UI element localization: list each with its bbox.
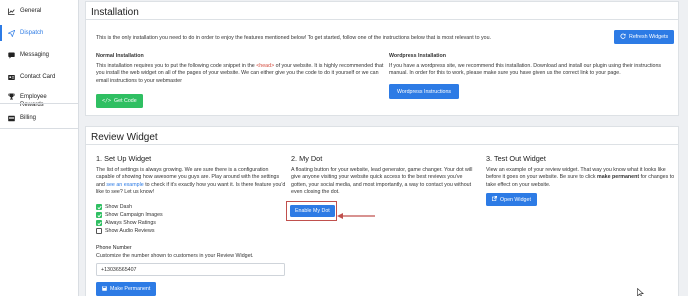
- get-code-label: Get Code: [114, 98, 137, 104]
- sidebar-item-billing[interactable]: Billing: [0, 110, 36, 126]
- billing-icon: [8, 115, 15, 122]
- sidebar-divider: [0, 103, 79, 104]
- setup-widget-title: 1. Set Up Widget: [96, 154, 152, 163]
- external-link-icon: [492, 196, 497, 203]
- save-icon: [102, 285, 107, 293]
- option-label: Show Audio Reviews: [105, 228, 155, 234]
- send-icon: [8, 29, 15, 37]
- option-show-dash[interactable]: Show Dash: [96, 203, 163, 211]
- mouse-cursor-icon: [637, 285, 644, 296]
- refresh-widgets-label: Refresh Widgets: [629, 34, 669, 40]
- my-dot-title: 2. My Dot: [291, 154, 323, 163]
- review-widget-panel: Review Widget 1. Set Up Widget The list …: [85, 126, 679, 296]
- see-example-link[interactable]: see an example: [106, 182, 143, 188]
- code-icon: </>: [102, 98, 112, 104]
- sidebar: General Dispatch Messaging Contact Card …: [0, 0, 79, 296]
- checkbox-checked-icon[interactable]: [96, 204, 102, 210]
- chat-icon: [8, 52, 15, 59]
- sidebar-item-label: Contact Card: [20, 74, 56, 80]
- option-label: Always Show Ratings: [105, 220, 156, 226]
- normal-installation-title: Normal Installation: [96, 53, 144, 59]
- test-widget-text: View an example of your review widget. T…: [486, 167, 676, 189]
- installation-panel: Installation This is the only installati…: [85, 1, 679, 116]
- review-widget-title: Review Widget: [91, 132, 158, 143]
- checkbox-checked-icon[interactable]: [96, 212, 102, 218]
- option-show-campaign-images[interactable]: Show Campaign Images: [96, 211, 163, 219]
- wordpress-instructions-button[interactable]: Wordpress Instructions: [389, 84, 460, 99]
- head-tag-text: <head>: [256, 63, 275, 69]
- widget-options: Show Dash Show Campaign Images Always Sh…: [96, 203, 163, 235]
- test-widget-title: 3. Test Out Widget: [486, 154, 546, 163]
- enable-my-dot-label: Enable My Dot: [295, 208, 330, 214]
- sidebar-item-label: General: [20, 8, 42, 14]
- sidebar-item-label: Employee Rewards: [20, 94, 47, 108]
- card-icon: [8, 74, 15, 81]
- chart-icon: [8, 8, 15, 15]
- installation-header: Installation: [86, 2, 678, 20]
- checkbox-checked-icon[interactable]: [96, 220, 102, 226]
- installation-intro: This is the only installation you need t…: [96, 35, 492, 41]
- sidebar-item-messaging[interactable]: Messaging: [0, 47, 78, 63]
- wordpress-installation-title: Wordpress Installation: [389, 53, 447, 59]
- highlight-arrow: [337, 207, 377, 225]
- checkbox-unchecked-icon[interactable]: [96, 228, 102, 234]
- wordpress-installation-text: If you have a wordpress site, we recomme…: [389, 63, 662, 77]
- sidebar-item-label: Dispatch: [20, 30, 44, 36]
- get-code-button[interactable]: </> Get Code: [96, 94, 143, 108]
- phone-number-label: Phone Number: [96, 245, 132, 251]
- sidebar-item-general[interactable]: General: [0, 3, 78, 19]
- option-always-show-ratings[interactable]: Always Show Ratings: [96, 219, 163, 227]
- normal-text-before: This installation requires you to put th…: [96, 63, 257, 69]
- option-show-audio-reviews[interactable]: Show Audio Reviews: [96, 227, 163, 235]
- sidebar-item-dispatch[interactable]: Dispatch: [0, 25, 78, 41]
- installation-title: Installation: [91, 7, 139, 18]
- make-permanent-bold: make permanent: [597, 174, 640, 181]
- make-permanent-label: Make Permanent: [110, 286, 151, 292]
- sidebar-item-contact-card[interactable]: Contact Card: [0, 69, 78, 85]
- setup-widget-text: The list of settings is always growing. …: [96, 167, 286, 197]
- refresh-widgets-button[interactable]: Refresh Widgets: [614, 30, 675, 44]
- make-permanent-button[interactable]: Make Permanent: [96, 282, 157, 296]
- review-widget-header: Review Widget: [86, 127, 678, 145]
- normal-installation-text: This installation requires you to put th…: [96, 63, 386, 85]
- app-root: General Dispatch Messaging Contact Card …: [0, 0, 688, 296]
- phone-number-input[interactable]: +13036565407: [96, 263, 285, 276]
- refresh-icon: [620, 33, 626, 41]
- sidebar-item-label: Billing: [20, 115, 37, 121]
- trophy-icon: [8, 93, 15, 100]
- option-label: Show Dash: [105, 204, 133, 210]
- wordpress-instructions-label: Wordpress Instructions: [397, 88, 452, 95]
- open-widget-label: Open Widget: [500, 196, 531, 203]
- sidebar-item-label: Messaging: [20, 52, 50, 58]
- sidebar-divider: [0, 128, 79, 129]
- option-label: Show Campaign Images: [105, 212, 163, 218]
- my-dot-text: A floating button for your website, lead…: [291, 167, 473, 196]
- phone-number-help: Customize the number shown to customers …: [96, 253, 254, 259]
- enable-my-dot-button[interactable]: Enable My Dot: [290, 205, 335, 217]
- open-widget-button[interactable]: Open Widget: [486, 193, 537, 206]
